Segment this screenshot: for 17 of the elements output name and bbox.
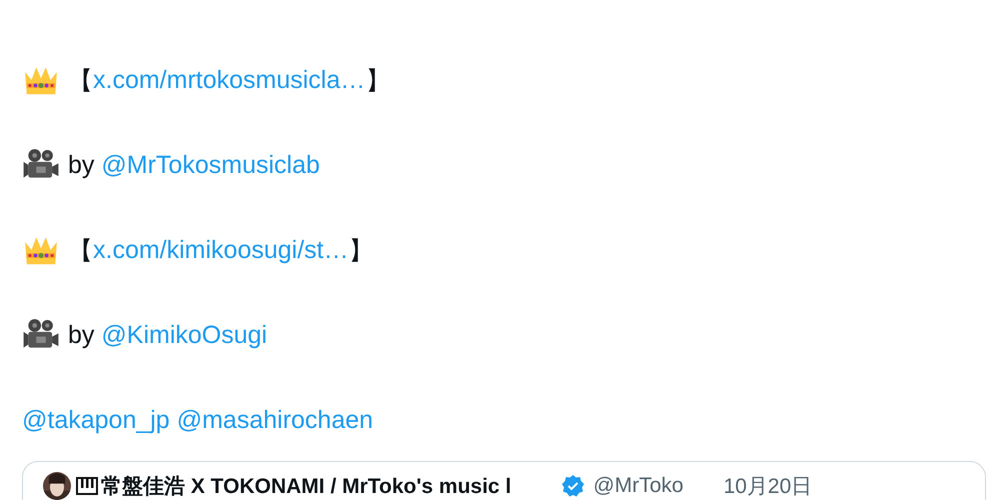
by-text: by — [68, 150, 94, 180]
link[interactable]: x.com/mrtokosmusicla… — [93, 66, 366, 94]
bracket-text: 】 — [365, 66, 390, 96]
bracket-text: 【 — [68, 66, 93, 96]
bracket-text: 【 — [68, 236, 93, 266]
piano-icon — [75, 474, 99, 498]
mention-link[interactable]: @KimikoOsugi — [101, 320, 268, 350]
link[interactable]: x.com/kimikoosugi/st… — [93, 236, 349, 264]
mention-link[interactable]: @MrTokosmusiclab — [101, 150, 320, 180]
mention-link[interactable]: @masahirochaen — [176, 406, 374, 434]
author-handle: @MrToko — [593, 474, 684, 498]
mention-link[interactable]: @takapon_jp — [22, 406, 170, 434]
by-text: by — [68, 320, 94, 350]
bracket-text: 】 — [348, 236, 374, 266]
quoted-post-card[interactable]: 常盤佳浩 X TOKONAMI / MrToko's music l @MrToko 10月20日 — [22, 461, 986, 500]
author-name: 常盤佳浩 X TOKONAMI / MrToko's music l — [101, 474, 512, 500]
post-date: 10月20日 — [723, 474, 812, 500]
